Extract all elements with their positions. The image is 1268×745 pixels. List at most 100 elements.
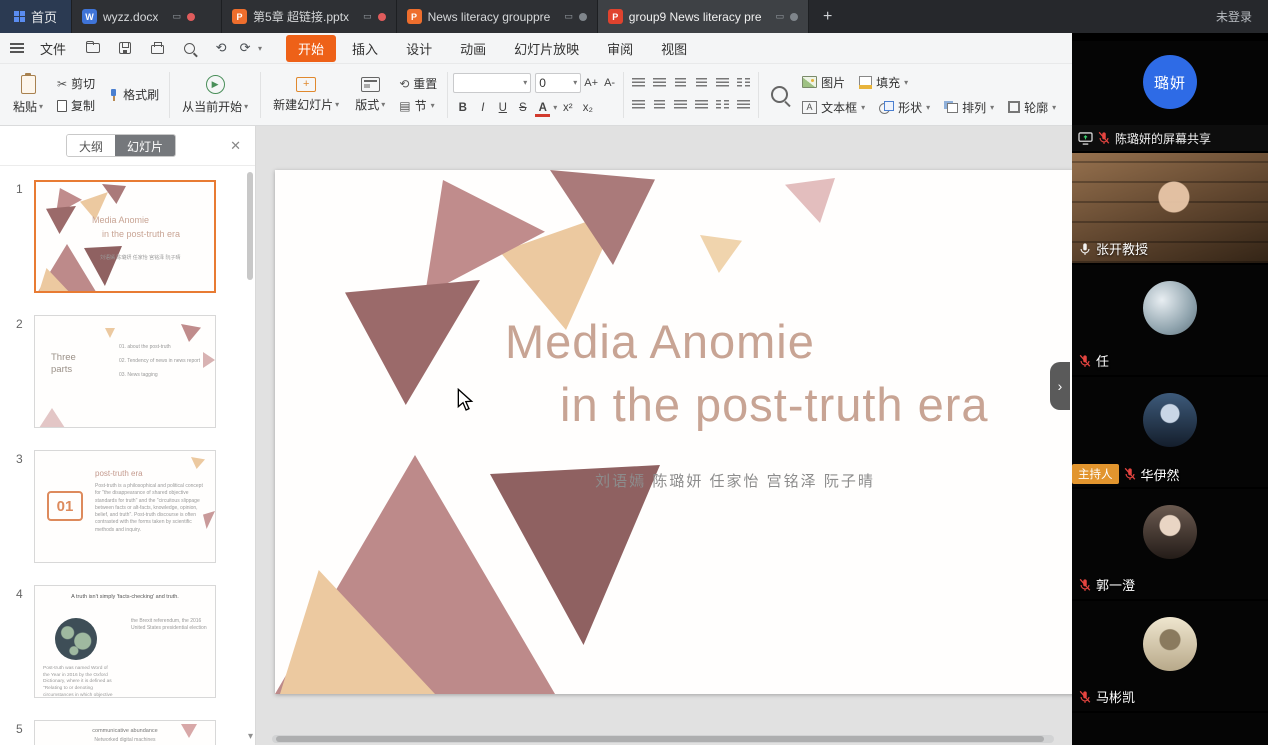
ribbon-tab-view[interactable]: 视图 <box>649 35 699 62</box>
ribbon-tab-slideshow[interactable]: 幻灯片放映 <box>502 35 591 62</box>
shape-button[interactable]: 形状▾ <box>873 97 936 118</box>
doc-tab-wyzz[interactable]: W wyzz.docx ▭ <box>72 0 222 33</box>
play-from-current-label: 从当前开始 <box>182 98 242 115</box>
slide-thumbnail-1[interactable]: Media Anomie in the post-truth era 刘语嫣 陈… <box>34 180 216 293</box>
align-left-button[interactable] <box>629 97 648 115</box>
ribbon-tab-insert[interactable]: 插入 <box>340 35 390 62</box>
tab-close-icon[interactable] <box>187 13 195 21</box>
participant-tile-ma[interactable]: 马彬凯 <box>1072 601 1268 711</box>
undo-button[interactable]: ⟲ <box>210 38 232 58</box>
columns-button[interactable] <box>713 97 732 115</box>
new-tab-button[interactable]: + <box>809 0 846 33</box>
font-size-input[interactable] <box>539 76 573 90</box>
strikethrough-button[interactable]: S <box>513 99 532 117</box>
distribute-button[interactable] <box>734 97 753 115</box>
tab-close-icon[interactable] <box>579 13 587 21</box>
text-box-button[interactable]: A文本框▾ <box>796 97 871 118</box>
section-button[interactable]: ▤节▾ <box>394 96 442 115</box>
tab-preview-icon[interactable]: ▭ <box>776 11 785 22</box>
paste-button[interactable]: 粘贴▾ <box>6 72 50 118</box>
caret-down-icon: ▾ <box>523 78 527 87</box>
play-from-current-button[interactable]: ▶ 从当前开始▾ <box>175 72 255 118</box>
close-panel-icon[interactable]: ✕ <box>226 136 245 156</box>
login-status[interactable]: 未登录 <box>1200 0 1268 33</box>
bullet-list-button[interactable] <box>629 75 648 93</box>
font-color-button[interactable]: A <box>533 99 552 117</box>
tab-preview-icon[interactable]: ▭ <box>363 11 372 22</box>
superscript-button[interactable]: x² <box>558 99 577 117</box>
tab-outline[interactable]: 大纲 <box>67 135 115 156</box>
picture-button[interactable]: 图片 <box>796 72 851 93</box>
doc-tab-group9-active[interactable]: P group9 News literacy pre ▭ <box>598 0 809 33</box>
participant-tile-professor[interactable]: 张开教授 <box>1072 153 1268 263</box>
slide-thumbnail-3[interactable]: 01 post-truth era Post-truth is a philos… <box>34 450 216 563</box>
underline-button[interactable]: U <box>493 99 512 117</box>
font-color-caret-icon[interactable]: ▾ <box>553 103 557 112</box>
outline-button[interactable]: 轮廓▾ <box>1002 97 1062 118</box>
doc-tab-news-literacy[interactable]: P News literacy grouppre ▭ <box>397 0 598 33</box>
panel-scrollbar-thumb[interactable] <box>247 172 253 280</box>
tab-slides[interactable]: 幻灯片 <box>115 135 175 156</box>
copy-button[interactable]: 复制 <box>52 96 100 115</box>
tab-close-icon[interactable] <box>378 13 386 21</box>
redo-button[interactable]: ⟳ <box>234 38 256 58</box>
format-painter-button[interactable]: 格式刷 <box>102 85 164 104</box>
new-slide-button[interactable]: + 新建幻灯片▾ <box>266 74 346 116</box>
ribbon-tab-design[interactable]: 设计 <box>394 35 444 62</box>
tab-close-icon[interactable] <box>790 13 798 21</box>
font-family-select[interactable]: ▾ <box>453 73 531 93</box>
bold-button[interactable]: B <box>453 99 472 117</box>
horizontal-scrollbar-thumb[interactable] <box>276 736 1044 742</box>
print-preview-button[interactable] <box>178 38 200 58</box>
numbered-list-button[interactable] <box>650 75 669 93</box>
print-button[interactable] <box>146 38 168 58</box>
caret-down-icon: ▾ <box>39 102 43 111</box>
tab-preview-icon[interactable]: ▭ <box>172 11 181 22</box>
file-menu[interactable]: 文件 <box>34 37 72 60</box>
participant-name: 任 <box>1096 351 1109 370</box>
increase-indent-button[interactable] <box>692 75 711 93</box>
increase-font-button[interactable]: A+ <box>581 75 601 91</box>
fill-button[interactable]: 填充▾ <box>853 72 914 93</box>
italic-button[interactable]: I <box>473 99 492 117</box>
slide-title[interactable]: Media Anomie in the post-truth era <box>505 310 989 437</box>
ribbon-tab-animation[interactable]: 动画 <box>448 35 498 62</box>
participant-tile-hua[interactable]: 主持人 华伊然 <box>1072 377 1268 487</box>
open-button[interactable] <box>82 38 104 58</box>
hamburger-menu-icon[interactable] <box>10 43 24 53</box>
participant-tile-guo[interactable]: 郭一澄 <box>1072 489 1268 599</box>
search-tool-button[interactable] <box>764 75 794 115</box>
justify-button[interactable] <box>692 97 711 115</box>
decrease-font-button[interactable]: A- <box>601 75 618 91</box>
tab-preview-icon[interactable]: ▭ <box>564 11 573 22</box>
slide-canvas[interactable]: Media Anomie in the post-truth era 刘语嫣 陈… <box>275 170 1107 694</box>
layout-button[interactable]: 版式▾ <box>348 74 392 116</box>
line-spacing-button[interactable] <box>713 75 732 93</box>
share-label: 陈璐妍的屏幕共享 <box>1115 130 1211 147</box>
save-button[interactable] <box>114 38 136 58</box>
subscript-button[interactable]: x₂ <box>578 99 597 117</box>
font-family-input[interactable] <box>457 76 523 90</box>
ribbon-tab-review[interactable]: 审阅 <box>595 35 645 62</box>
slide-thumbnail-4[interactable]: A truth isn't simply 'facts-checking' an… <box>34 585 216 698</box>
cut-button[interactable]: ✂剪切 <box>52 74 100 93</box>
participant-tile-ren[interactable]: 任 <box>1072 265 1268 375</box>
panel-scroll-down-icon[interactable]: ▾ <box>248 731 253 742</box>
slide-authors[interactable]: 刘语嫣 陈璐妍 任家怡 宫铭泽 阮子晴 <box>535 470 935 491</box>
doc-tab-chapter5[interactable]: P 第5章 超链接.pptx ▭ <box>222 0 397 33</box>
arrange-button[interactable]: 排列▾ <box>938 97 1000 118</box>
horizontal-scrollbar[interactable] <box>272 735 1054 743</box>
sidebar-collapse-button[interactable]: › <box>1050 362 1070 410</box>
slide-thumbnail-5[interactable]: communicative abundance Networked digita… <box>34 720 216 745</box>
align-right-button[interactable] <box>671 97 690 115</box>
slide-thumbnail-2[interactable]: Three parts 01. about the post-truth 02.… <box>34 315 216 428</box>
ribbon-tab-home[interactable]: 开始 <box>286 35 336 62</box>
align-center-button[interactable] <box>650 97 669 115</box>
decrease-indent-button[interactable] <box>671 75 690 93</box>
font-size-select[interactable]: ▾ <box>535 73 581 93</box>
redo-caret-icon[interactable]: ▾ <box>258 44 262 53</box>
text-direction-button[interactable] <box>734 75 753 93</box>
reset-button[interactable]: ⟲重置 <box>394 74 442 93</box>
screen-share-tile[interactable]: 璐妍 陈璐妍的屏幕共享 <box>1072 41 1268 151</box>
home-tab[interactable]: 首页 <box>0 0 72 33</box>
